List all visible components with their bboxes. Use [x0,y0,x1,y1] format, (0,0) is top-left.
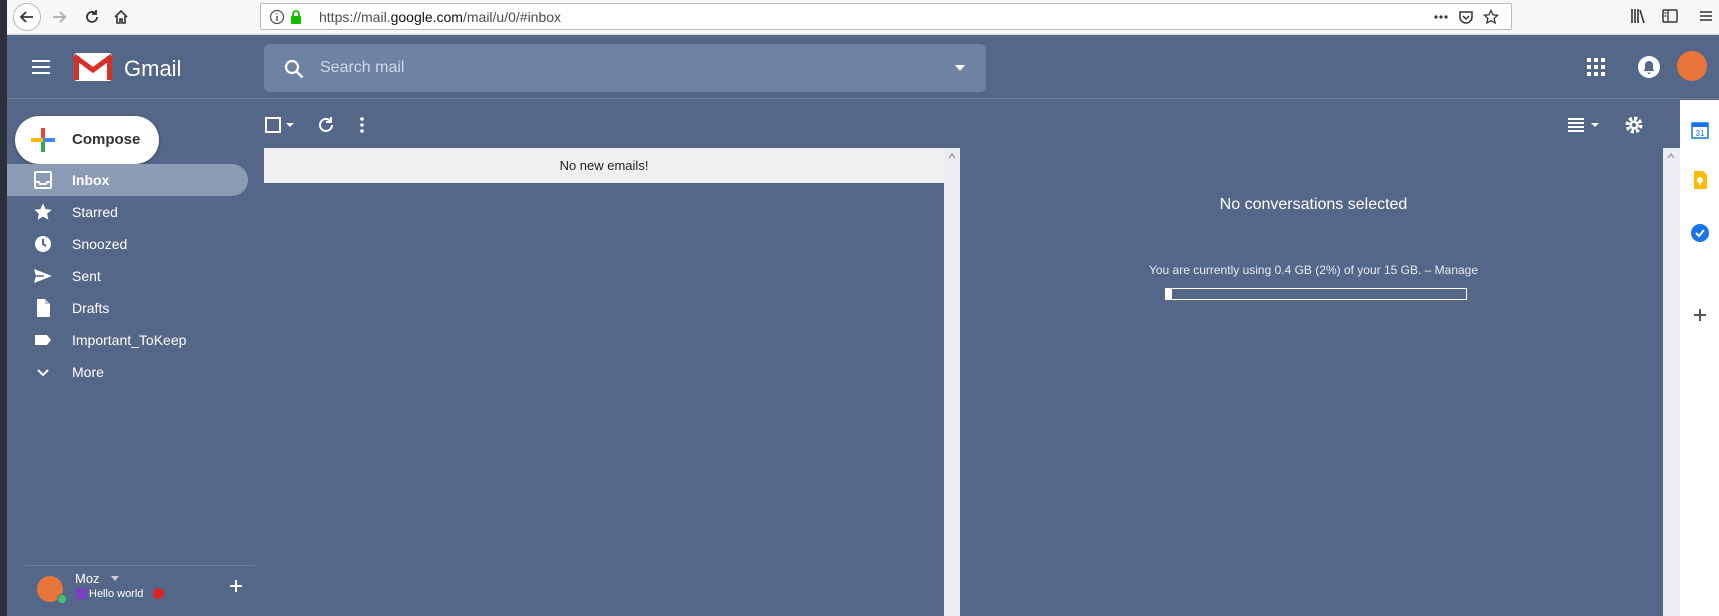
sidebar-item-starred[interactable]: Starred [7,196,248,228]
refresh-icon[interactable] [316,115,336,135]
add-addon-plus-icon[interactable] [1690,305,1710,325]
label-icon [35,335,51,345]
desktop-edge [0,0,7,616]
sidebar-item-label: Snoozed [72,236,128,252]
star-icon [34,203,52,220]
settings-gear-icon[interactable] [1624,115,1644,135]
sidebar-item-snoozed[interactable]: Snoozed [7,228,248,260]
status-dropdown-icon[interactable] [111,576,119,581]
sidebar-toggle-icon[interactable] [1661,7,1679,25]
inbox-icon [34,171,52,189]
calendar-icon[interactable]: 31 [1690,120,1710,140]
pocket-icon[interactable] [1458,9,1474,25]
apps-grid-icon[interactable] [1586,57,1606,77]
reload-button[interactable] [78,3,106,31]
compose-label: Compose [72,131,141,148]
gmail-app: Gmail Compose Inbox [7,35,1719,616]
info-icon[interactable] [269,9,285,25]
sidebar-item-label: Drafts [72,300,110,316]
more-dots-icon[interactable] [1433,9,1449,25]
sidebar-item-important-tokeep[interactable]: Important_ToKeep [7,324,248,356]
sidebar-item-drafts[interactable]: Drafts [7,292,248,324]
sidebar-item-label: Inbox [72,172,110,188]
storage-usage-fill [1166,289,1172,299]
hangouts-panel: Moz Hello world [25,565,255,616]
side-panel: 31 [1680,100,1719,616]
sidebar-item-sent[interactable]: Sent [7,260,248,292]
empty-list-message: No new emails! [264,148,944,183]
keep-icon[interactable] [1690,170,1710,190]
new-chat-plus-icon[interactable] [228,578,244,594]
compose-button[interactable]: Compose [15,116,159,164]
home-button[interactable] [107,3,135,31]
hangouts-status: Hello world [89,588,144,600]
svg-text:31: 31 [1696,129,1705,138]
more-options-icon[interactable] [352,115,372,135]
url-bar[interactable]: https://mail.google.com/mail/u/0/#inbox [260,3,1512,30]
message-list-pane: No new emails! [264,148,944,616]
search-box[interactable] [264,44,986,92]
scroll-up-arrow-icon[interactable] [1667,153,1675,159]
lock-icon [291,10,301,24]
home-icon [114,9,128,24]
url-text[interactable]: https://mail.google.com/mail/u/0/#inbox [319,9,561,25]
select-all-checkbox-icon[interactable] [264,115,284,135]
main-menu-icon[interactable] [31,57,51,77]
forward-button[interactable] [45,3,73,31]
compose-plus-icon [31,128,55,152]
arrow-right-icon [53,11,67,23]
chevron-down-icon [37,369,49,377]
emoji-icon [153,588,164,599]
draft-icon [37,299,50,317]
scroll-up-arrow-icon[interactable] [948,153,956,159]
send-icon [34,269,52,283]
app-name: Gmail [124,56,182,81]
search-input[interactable] [320,44,920,92]
storage-usage-bar [1165,288,1467,300]
sidebar-item-more[interactable]: More [7,356,248,388]
sidebar-item-inbox[interactable]: Inbox [7,164,248,196]
notifications-bell-icon[interactable] [1637,55,1661,79]
menu-icon[interactable] [1697,7,1715,25]
search-icon[interactable] [283,58,305,80]
browser-toolbar: https://mail.google.com/mail/u/0/#inbox [7,0,1719,35]
online-status-dot [57,594,67,604]
bookmark-star-icon[interactable] [1483,9,1499,25]
back-button[interactable] [13,3,41,31]
clock-icon [35,236,51,252]
no-conversation-title: No conversations selected [1219,196,1408,213]
search-options-dropdown-icon[interactable] [954,64,966,72]
select-dropdown-icon[interactable] [284,115,296,135]
message-toolbar [264,100,1680,150]
gmail-logo-icon[interactable] [73,51,113,83]
sidebar-item-label: Starred [72,204,118,220]
gmail-header: Gmail [7,35,1719,99]
sidebar-item-label: More [72,364,104,380]
message-list-scrollbar[interactable] [944,148,960,616]
tasks-icon[interactable] [1690,223,1710,243]
reading-pane: No conversations selected You are curren… [965,148,1662,616]
storage-usage-text[interactable]: You are currently using 0.4 GB (2%) of y… [965,263,1662,277]
sidebar-item-label: Sent [72,268,101,284]
sidebar-item-label: Important_ToKeep [72,332,187,348]
reload-icon [86,10,98,23]
hangouts-name[interactable]: Moz [75,571,100,586]
account-avatar[interactable] [1677,51,1707,81]
reading-pane-scrollbar[interactable] [1663,148,1680,616]
split-pane-toggle-icon[interactable] [1567,115,1601,135]
arrow-left-icon [19,11,33,23]
emoji-icon [76,588,87,599]
library-icon[interactable] [1629,7,1647,25]
